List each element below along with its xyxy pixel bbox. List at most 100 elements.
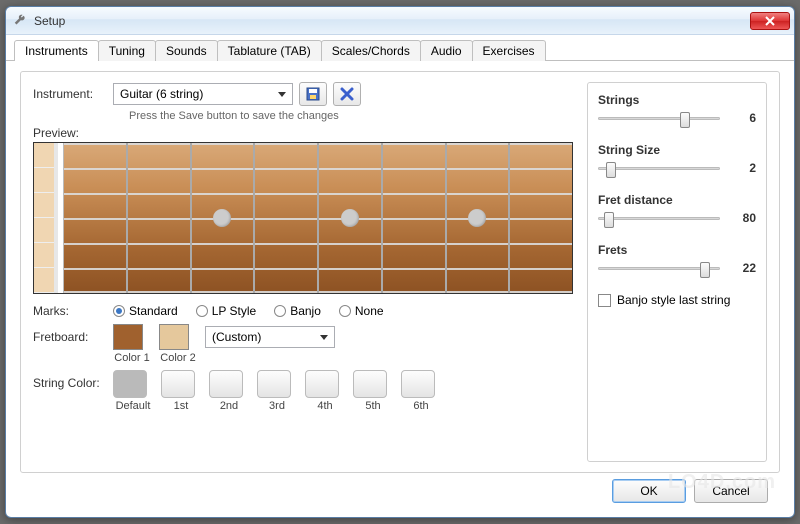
radio-standard[interactable]: Standard — [113, 304, 178, 318]
fret-6 — [383, 143, 447, 293]
window-title: Setup — [34, 14, 750, 28]
slider-title: Strings — [598, 93, 756, 107]
fret-2 — [128, 143, 192, 293]
color2-swatch[interactable]: Color 2 — [159, 324, 197, 364]
wrench-icon — [12, 13, 28, 29]
tab-label: Tablature (TAB) — [228, 44, 311, 58]
slider-title: String Size — [598, 143, 756, 157]
swatch-label: 3rd — [269, 400, 285, 412]
swatch-label: 4th — [317, 400, 332, 412]
strings-slider[interactable] — [598, 117, 720, 120]
save-button[interactable] — [299, 82, 327, 106]
tab-scales[interactable]: Scales/Chords — [321, 40, 421, 61]
color-box-icon — [401, 370, 435, 398]
dropdown-value: (Custom) — [212, 330, 261, 344]
tab-label: Scales/Chords — [332, 44, 410, 58]
swatch-label: Default — [116, 400, 151, 412]
tab-label: Tuning — [109, 44, 145, 58]
stringsize-slider[interactable] — [598, 167, 720, 170]
tab-strip: Instruments Tuning Sounds Tablature (TAB… — [6, 35, 794, 61]
slider-thumb-icon — [700, 262, 710, 278]
tab-instruments[interactable]: Instruments — [14, 40, 99, 61]
slider-title: Fret distance — [598, 193, 756, 207]
banjo-checkbox-label: Banjo style last string — [617, 293, 730, 307]
instrument-row: Instrument: Guitar (6 string) — [33, 82, 573, 106]
slider-thumb-icon — [604, 212, 614, 228]
tab-tablature[interactable]: Tablature (TAB) — [217, 40, 322, 61]
save-icon — [305, 86, 321, 102]
button-label: OK — [640, 484, 657, 498]
tab-audio[interactable]: Audio — [420, 40, 473, 61]
right-column: Strings 6 String Size 2 Fret distance — [587, 82, 767, 462]
save-hint: Press the Save button to save the change… — [129, 110, 573, 122]
slider-title: Frets — [598, 243, 756, 257]
swatch-label: 1st — [174, 400, 189, 412]
color-4th[interactable]: 4th — [305, 370, 345, 412]
radio-icon — [339, 305, 351, 317]
radio-icon — [274, 305, 286, 317]
fret-7 — [447, 143, 511, 293]
button-label: Cancel — [712, 484, 749, 498]
radio-icon — [196, 305, 208, 317]
banjo-checkbox-row[interactable]: Banjo style last string — [598, 293, 756, 307]
tab-label: Audio — [431, 44, 462, 58]
checkbox-icon — [598, 294, 611, 307]
color-3rd[interactable]: 3rd — [257, 370, 297, 412]
close-button[interactable] — [750, 12, 790, 30]
color-swatch-icon — [113, 324, 143, 350]
ok-button[interactable]: OK — [612, 479, 686, 503]
setup-dialog: Setup Instruments Tuning Sounds Tablatur… — [5, 6, 795, 518]
radio-none[interactable]: None — [339, 304, 384, 318]
color-box-icon — [113, 370, 147, 398]
radio-label: Banjo — [290, 304, 321, 318]
marks-label: Marks: — [33, 304, 113, 318]
radio-lpstyle[interactable]: LP Style — [196, 304, 256, 318]
fretboard-preset-dropdown[interactable]: (Custom) — [205, 326, 335, 348]
fret-3 — [192, 143, 256, 293]
color-box-icon — [257, 370, 291, 398]
color-2nd[interactable]: 2nd — [209, 370, 249, 412]
strings-value: 6 — [732, 111, 756, 125]
swatch-label: 6th — [413, 400, 428, 412]
fret-4 — [255, 143, 319, 293]
stringcolor-row: String Color: Default 1st 2nd 3rd 4th 5t… — [33, 370, 573, 412]
tab-label: Sounds — [166, 44, 207, 58]
caret-down-icon — [278, 92, 286, 97]
tab-exercises[interactable]: Exercises — [472, 40, 546, 61]
instrument-dropdown[interactable]: Guitar (6 string) — [113, 83, 293, 105]
color-6th[interactable]: 6th — [401, 370, 441, 412]
instruments-panel: Instrument: Guitar (6 string) Press the … — [20, 71, 780, 473]
cancel-button[interactable]: Cancel — [694, 479, 768, 503]
radio-icon — [113, 305, 125, 317]
color-box-icon — [161, 370, 195, 398]
marks-radio-group: Standard LP Style Banjo None — [113, 304, 384, 318]
instrument-value: Guitar (6 string) — [120, 87, 203, 101]
radio-banjo[interactable]: Banjo — [274, 304, 321, 318]
titlebar[interactable]: Setup — [6, 7, 794, 35]
fret-marker-dot — [213, 209, 231, 227]
fret-5 — [319, 143, 383, 293]
frets-slider-group: Frets 22 — [598, 243, 756, 275]
color-default[interactable]: Default — [113, 370, 153, 412]
color1-swatch[interactable]: Color 1 — [113, 324, 151, 364]
swatch-label: Color 1 — [114, 352, 149, 364]
tab-sounds[interactable]: Sounds — [155, 40, 218, 61]
radio-label: LP Style — [212, 304, 256, 318]
color-1st[interactable]: 1st — [161, 370, 201, 412]
tab-tuning[interactable]: Tuning — [98, 40, 156, 61]
stringcolor-label: String Color: — [33, 370, 113, 390]
left-column: Instrument: Guitar (6 string) Press the … — [33, 82, 573, 462]
fretdist-slider[interactable] — [598, 217, 720, 220]
fretboard-row: Fretboard: Color 1 Color 2 (Custom) — [33, 324, 573, 364]
dialog-footer: OK Cancel — [20, 473, 780, 509]
fretboard-nut — [34, 143, 58, 293]
delete-button[interactable] — [333, 82, 361, 106]
caret-down-icon — [320, 335, 328, 340]
swatch-label: 2nd — [220, 400, 238, 412]
frets-slider[interactable] — [598, 267, 720, 270]
fret-8 — [510, 143, 572, 293]
fret-marker-dot — [468, 209, 486, 227]
color-5th[interactable]: 5th — [353, 370, 393, 412]
strings-slider-group: Strings 6 — [598, 93, 756, 125]
tab-label: Instruments — [25, 44, 88, 58]
